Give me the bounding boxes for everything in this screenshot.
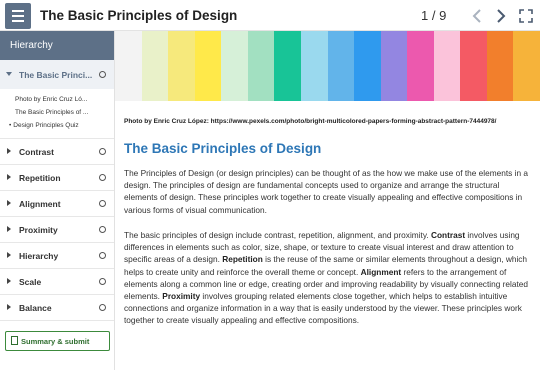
- hero-stripe: [274, 31, 301, 101]
- hero-stripe: [513, 31, 540, 101]
- caret-right-icon: [7, 174, 11, 180]
- caret-down-icon: [6, 72, 12, 76]
- hero-stripe: [486, 31, 514, 101]
- expand-icon[interactable]: [516, 4, 536, 28]
- sidebar-subitem-photo[interactable]: Photo by Enric Cruz Ló...: [0, 93, 114, 106]
- hero-stripe: [407, 31, 434, 101]
- hero-stripe: [247, 31, 275, 101]
- sidebar-item-basic-principles[interactable]: The Basic Princi...: [0, 60, 114, 89]
- sidebar-subitem-quiz[interactable]: Design Principles Quiz: [0, 119, 114, 132]
- sidebar-item-proximity[interactable]: Proximity: [0, 217, 114, 243]
- top-bar: The Basic Principles of Design 1 / 9: [0, 0, 540, 31]
- hero-stripe: [300, 31, 328, 101]
- photo-caption: Photo by Enric Cruz López: https://www.p…: [124, 118, 497, 125]
- sidebar-item-label: Repetition: [19, 173, 61, 183]
- sidebar-item-label: Scale: [19, 277, 42, 287]
- sidebar-item-label: Hierarchy: [19, 251, 59, 261]
- status-circle-icon: [99, 226, 106, 233]
- hero-stripe: [433, 31, 461, 101]
- main-content: Photo by Enric Cruz López: https://www.p…: [115, 31, 540, 370]
- status-circle-icon: [99, 200, 106, 207]
- term-repetition: Repetition: [222, 254, 263, 265]
- term-alignment: Alignment: [360, 266, 402, 277]
- sidebar-item-label: Contrast: [19, 147, 54, 157]
- summary-submit-label: Summary & submit: [21, 337, 90, 346]
- status-circle-icon: [99, 174, 106, 181]
- hero-stripe: [141, 31, 169, 101]
- hero-stripe: [460, 31, 487, 101]
- content-heading: The Basic Principles of Design: [124, 141, 322, 156]
- hero-stripe: [221, 31, 248, 101]
- sidebar-item-repetition[interactable]: Repetition: [0, 165, 114, 191]
- term-proximity: Proximity: [162, 291, 201, 302]
- sidebar-item-label: Balance: [19, 303, 52, 313]
- sidebar-subitems: Photo by Enric Cruz Ló... The Basic Prin…: [0, 89, 114, 139]
- status-circle-icon: [99, 304, 106, 311]
- sidebar-header: Hierarchy: [0, 31, 114, 60]
- intro-paragraph: The Principles of Design (or design prin…: [124, 168, 529, 215]
- status-circle-icon: [99, 278, 106, 285]
- sidebar-item-alignment[interactable]: Alignment: [0, 191, 114, 217]
- caret-right-icon: [7, 304, 11, 310]
- para-text: The basic principles of design include c…: [124, 230, 431, 240]
- caret-right-icon: [7, 252, 11, 258]
- caret-right-icon: [7, 226, 11, 232]
- hero-stripe: [380, 31, 408, 101]
- principles-paragraph: The basic principles of design include c…: [124, 229, 534, 327]
- hero-stripe: [168, 31, 195, 101]
- chevron-right-icon[interactable]: [491, 4, 511, 28]
- sidebar-item-scale[interactable]: Scale: [0, 269, 114, 295]
- caret-right-icon: [7, 148, 11, 154]
- page-counter: 1 / 9: [421, 8, 447, 23]
- chevron-left-icon[interactable]: [467, 4, 487, 28]
- summary-submit-button[interactable]: Summary & submit: [5, 331, 110, 351]
- sidebar-subitem-basic-principles[interactable]: The Basic Principles of ...: [0, 106, 114, 119]
- term-contrast: Contrast: [431, 230, 466, 240]
- caret-right-icon: [7, 278, 11, 284]
- sidebar-item-hierarchy[interactable]: Hierarchy: [0, 243, 114, 269]
- sidebar-item-balance[interactable]: Balance: [0, 295, 114, 321]
- hero-stripe: [354, 31, 381, 101]
- sidebar-item-label: Alignment: [19, 199, 61, 209]
- status-circle-icon: [99, 71, 106, 78]
- status-circle-icon: [99, 148, 106, 155]
- hero-stripe: [115, 31, 142, 101]
- document-icon: [11, 336, 18, 345]
- sidebar-item-contrast[interactable]: Contrast: [0, 139, 114, 165]
- page-title: The Basic Principles of Design: [40, 8, 238, 23]
- status-circle-icon: [99, 252, 106, 259]
- hero-stripe: [327, 31, 355, 101]
- hero-image: [115, 31, 540, 101]
- hamburger-menu-icon[interactable]: [5, 3, 31, 29]
- hero-stripe: [194, 31, 222, 101]
- sidebar-item-label: Proximity: [19, 225, 58, 235]
- sidebar: Hierarchy The Basic Princi... Photo by E…: [0, 31, 115, 370]
- sidebar-item-label: The Basic Princi...: [19, 70, 93, 80]
- caret-right-icon: [7, 200, 11, 206]
